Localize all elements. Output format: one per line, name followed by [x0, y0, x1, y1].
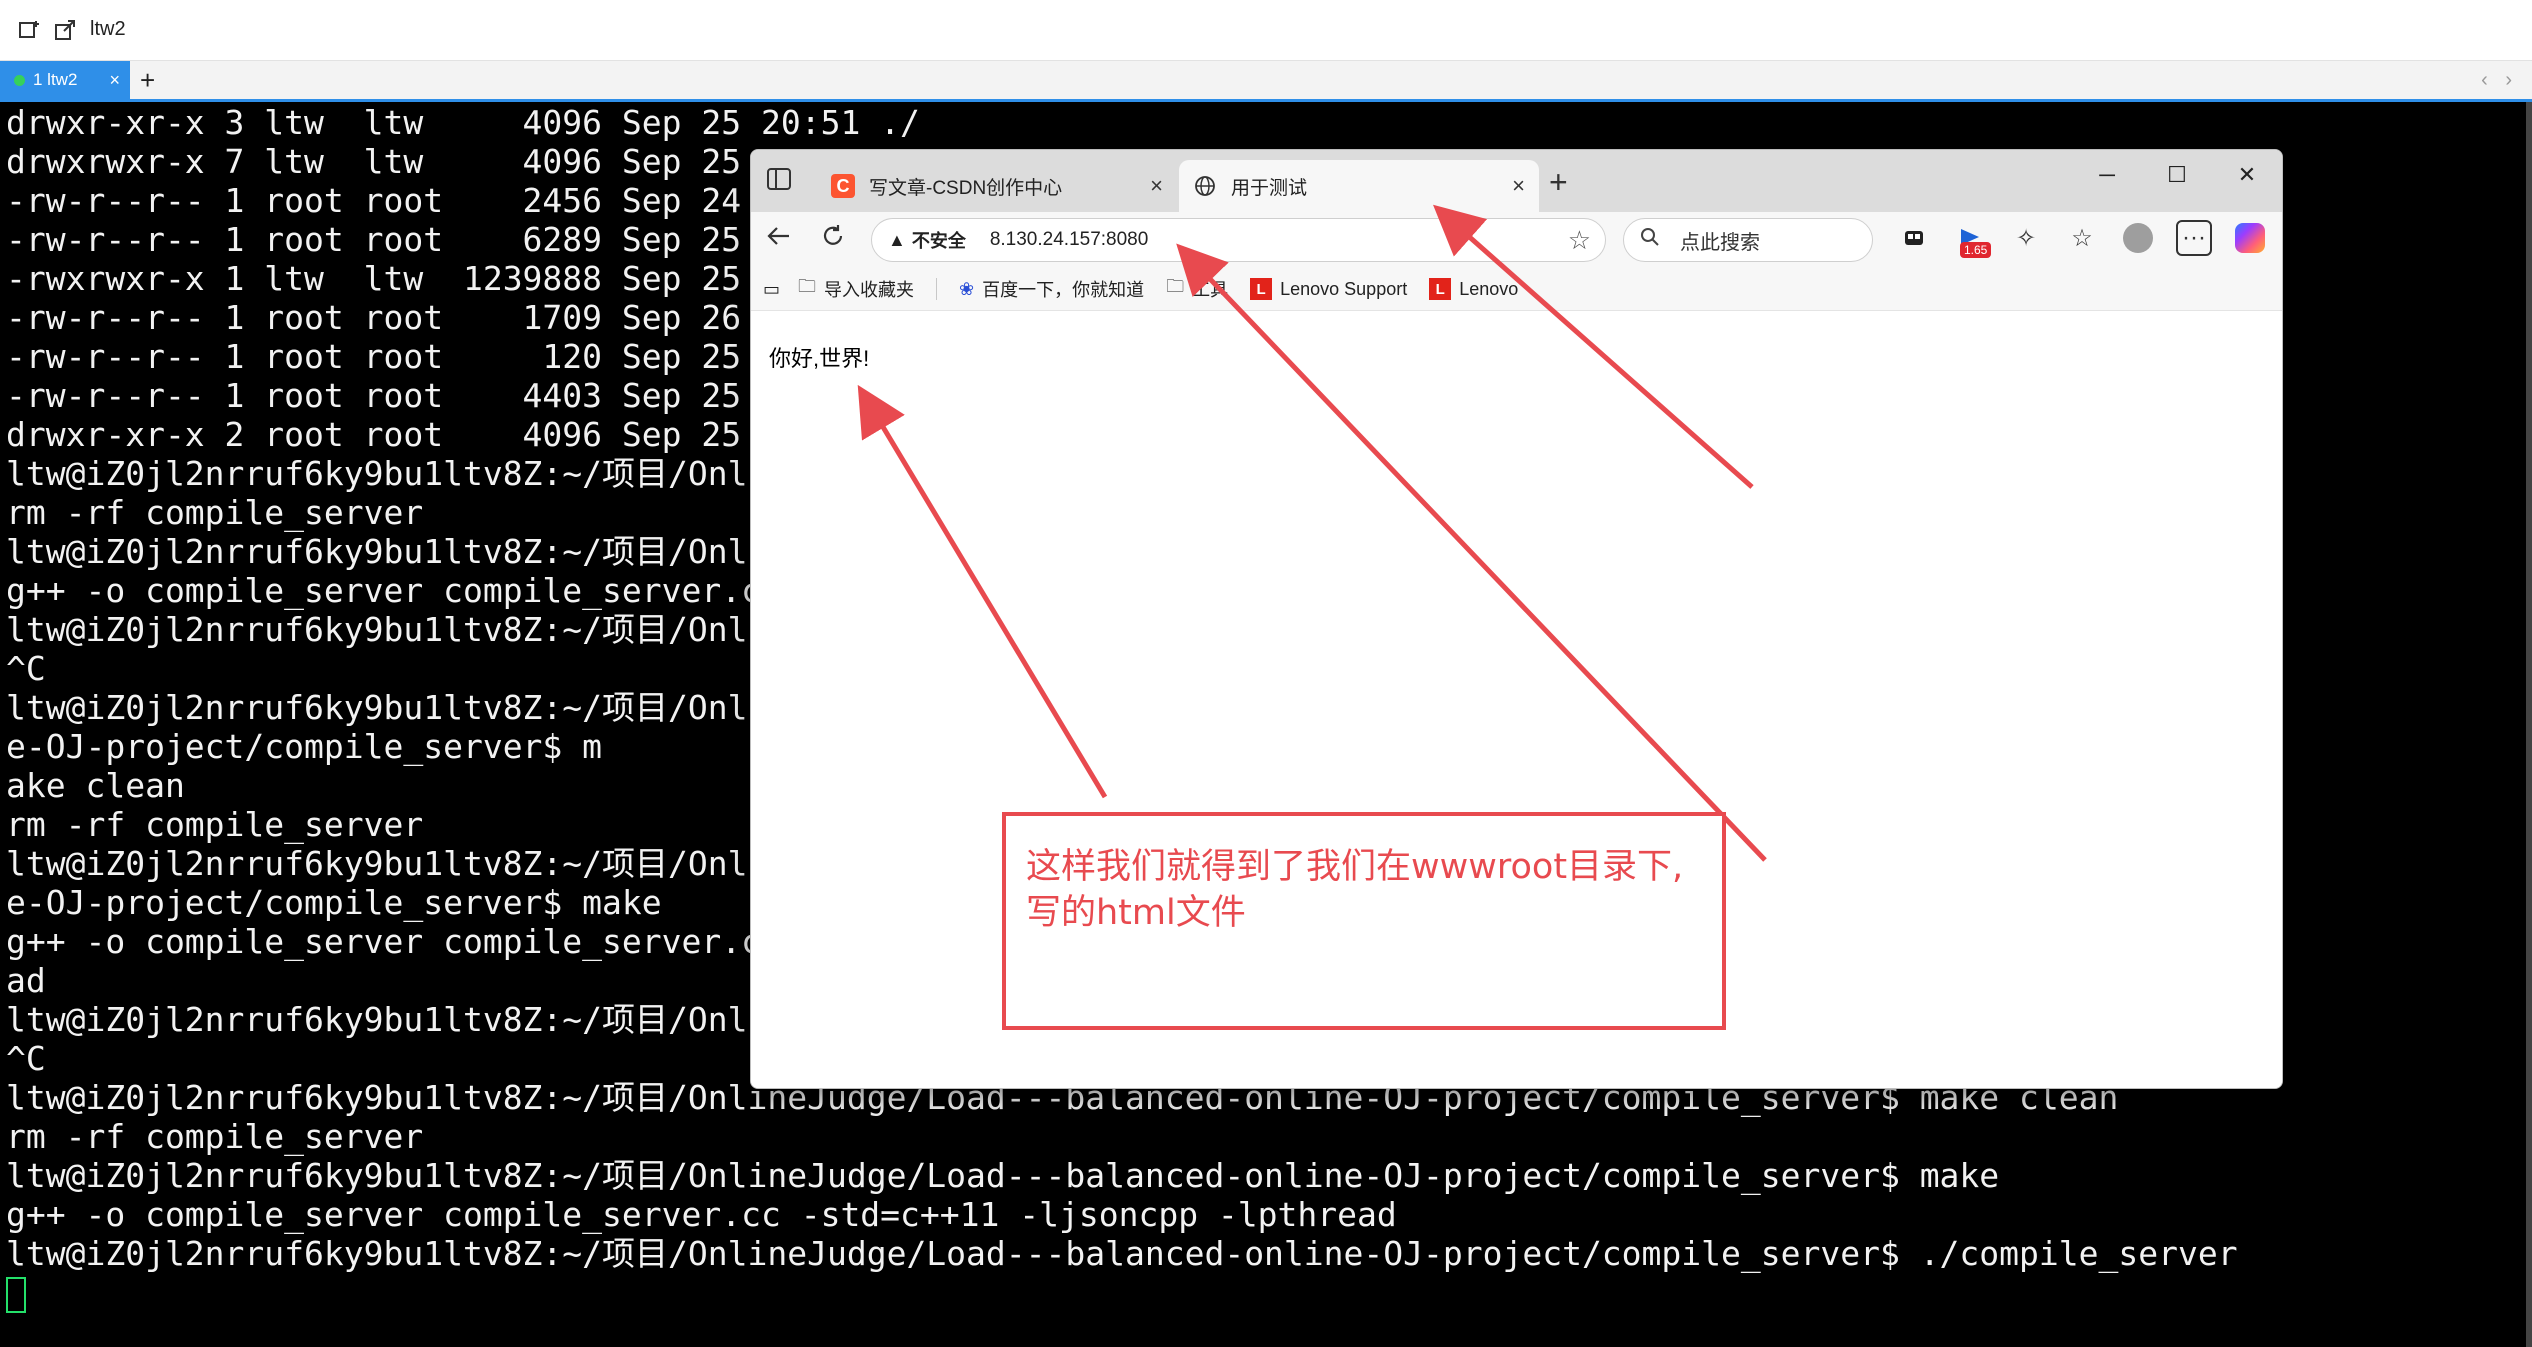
terminal-line: ltw@iZ0jl2nrruf6ky9bu1ltv8Z:~/项目/OnlineJ… — [6, 1156, 2000, 1195]
tab-actions-icon[interactable] — [1896, 220, 1932, 256]
terminal-tab-ltw2[interactable]: 1 ltw2 × — [0, 61, 130, 99]
browser-tab-title: 写文章-CSDN创作中心 — [869, 177, 1063, 199]
bookmark-item[interactable]: ❀ 百度一下，你就知道 — [959, 276, 1144, 302]
terminal-tabbar: 1 ltw2 × + ‹ › — [0, 61, 2532, 102]
close-tab-icon[interactable]: × — [1512, 173, 1525, 199]
external-link-icon[interactable] — [54, 19, 76, 41]
bookmark-item[interactable]: 🗀 工具 — [1166, 274, 1228, 304]
minimize-button[interactable]: ─ — [2072, 150, 2142, 200]
close-window-button[interactable]: ✕ — [2212, 150, 2282, 200]
favorites-icon[interactable]: ☆ — [2064, 220, 2100, 256]
extension-badge: 1.65 — [1960, 242, 1992, 258]
new-tab-button[interactable]: + — [1549, 164, 1568, 201]
bookmarks-bar: ▭ 🗀 导入收藏夹 ❀ 百度一下，你就知道 🗀 工具 L Lenovo Supp… — [751, 268, 2282, 311]
window-controls: ─ ☐ ✕ — [2072, 150, 2282, 200]
terminal-scrollbar[interactable] — [2526, 102, 2532, 1347]
profile-avatar-icon[interactable] — [2120, 220, 2156, 256]
terminal-cursor — [6, 1276, 26, 1313]
bookmark-item[interactable]: 🗀 导入收藏夹 — [798, 274, 914, 304]
search-box[interactable]: 点此搜索 — [1623, 218, 1873, 262]
add-tab-button[interactable]: + — [140, 65, 155, 96]
page-hello-text: 你好,世界! — [769, 346, 870, 371]
insecure-label[interactable]: 不安全 — [912, 227, 966, 253]
bookmark-item[interactable]: L Lenovo — [1429, 278, 1518, 300]
browser-tab-csdn[interactable]: C 写文章-CSDN创作中心 × — [817, 160, 1177, 212]
app-title-area: ltw2 — [18, 18, 126, 41]
browser-tabstrip: C 写文章-CSDN创作中心 × 用于测试 × + ─ ☐ ✕ — [751, 150, 2282, 212]
maximize-button[interactable]: ☐ — [2142, 150, 2212, 200]
copilot-icon[interactable] — [2232, 220, 2268, 256]
tab-scroll-arrows[interactable]: ‹ › — [2481, 69, 2518, 92]
bookmarks-toggle-icon[interactable]: ▭ — [763, 279, 780, 300]
toolbar-actions: 1.65 ✧ ☆ ··· — [1896, 220, 2268, 258]
terminal-prompt-line[interactable] — [6, 1273, 2506, 1313]
window-title: ltw2 — [90, 18, 126, 40]
extensions-puzzle-icon[interactable]: ✧ — [2008, 220, 2044, 256]
close-tab-icon[interactable]: × — [109, 70, 120, 91]
search-icon — [1640, 227, 1660, 253]
globe-icon — [1193, 174, 1217, 198]
bookmark-label: 导入收藏夹 — [824, 280, 915, 300]
app-titlebar: ltw2 — [0, 0, 2532, 61]
more-menu-button[interactable]: ··· — [2176, 220, 2212, 256]
terminal-line: g++ -o compile_server compile_server.cc … — [6, 1195, 1397, 1234]
address-bar[interactable]: ▲ 不安全 8.130.24.157:8080 ☆ — [871, 218, 1606, 262]
annotation-box: 这样我们就得到了我们在wwwroot目录下,写的html文件 — [1002, 812, 1726, 1030]
search-placeholder: 点此搜索 — [1680, 231, 1760, 254]
terminal-line: ltw@iZ0jl2nrruf6ky9bu1ltv8Z:~/项目/OnlineJ… — [6, 1234, 2238, 1273]
bookmark-divider — [936, 278, 938, 300]
csdn-favicon-icon: C — [831, 174, 855, 198]
bookmark-label: Lenovo — [1459, 278, 1519, 299]
annotation-text: 这样我们就得到了我们在wwwroot目录下,写的html文件 — [1026, 847, 1684, 933]
close-tab-icon[interactable]: × — [1150, 173, 1163, 199]
url-text[interactable]: 8.130.24.157:8080 — [990, 229, 1149, 251]
bookmark-label: 百度一下，你就知道 — [982, 280, 1145, 300]
terminal-tab-label: 1 ltw2 — [33, 70, 78, 89]
refresh-icon[interactable] — [819, 222, 847, 257]
bookmark-item[interactable]: L Lenovo Support — [1250, 278, 1407, 300]
connected-status-icon — [14, 74, 25, 86]
warning-triangle-icon[interactable]: ▲ — [888, 230, 906, 251]
browser-tab-test[interactable]: 用于测试 × — [1179, 160, 1539, 212]
lenovo-icon: L — [1429, 278, 1452, 300]
back-arrow-icon[interactable] — [765, 222, 793, 257]
baidu-paw-icon: ❀ — [959, 278, 975, 299]
folder-icon: 🗀 — [798, 276, 817, 296]
lenovo-icon: L — [1250, 278, 1273, 300]
terminal-line: rm -rf compile_server — [6, 1117, 424, 1156]
terminal-line: drwxr-xr-x 3 ltw ltw 4096 Sep 25 20:51 .… — [6, 103, 920, 142]
extension-flag-icon[interactable]: 1.65 — [1952, 220, 1992, 258]
folder-icon: 🗀 — [1166, 276, 1185, 296]
bookmark-label: Lenovo Support — [1280, 278, 1408, 299]
browser-toolbar: ▲ 不安全 8.130.24.157:8080 ☆ 点此搜索 1.65 ✧ ☆ … — [751, 212, 2282, 268]
browser-tab-title: 用于测试 — [1231, 177, 1308, 199]
new-window-icon[interactable] — [18, 19, 40, 41]
favorite-star-icon[interactable]: ☆ — [1568, 225, 1591, 256]
bookmark-label: 工具 — [1192, 280, 1229, 300]
sidebar-toggle-icon[interactable] — [767, 168, 791, 190]
